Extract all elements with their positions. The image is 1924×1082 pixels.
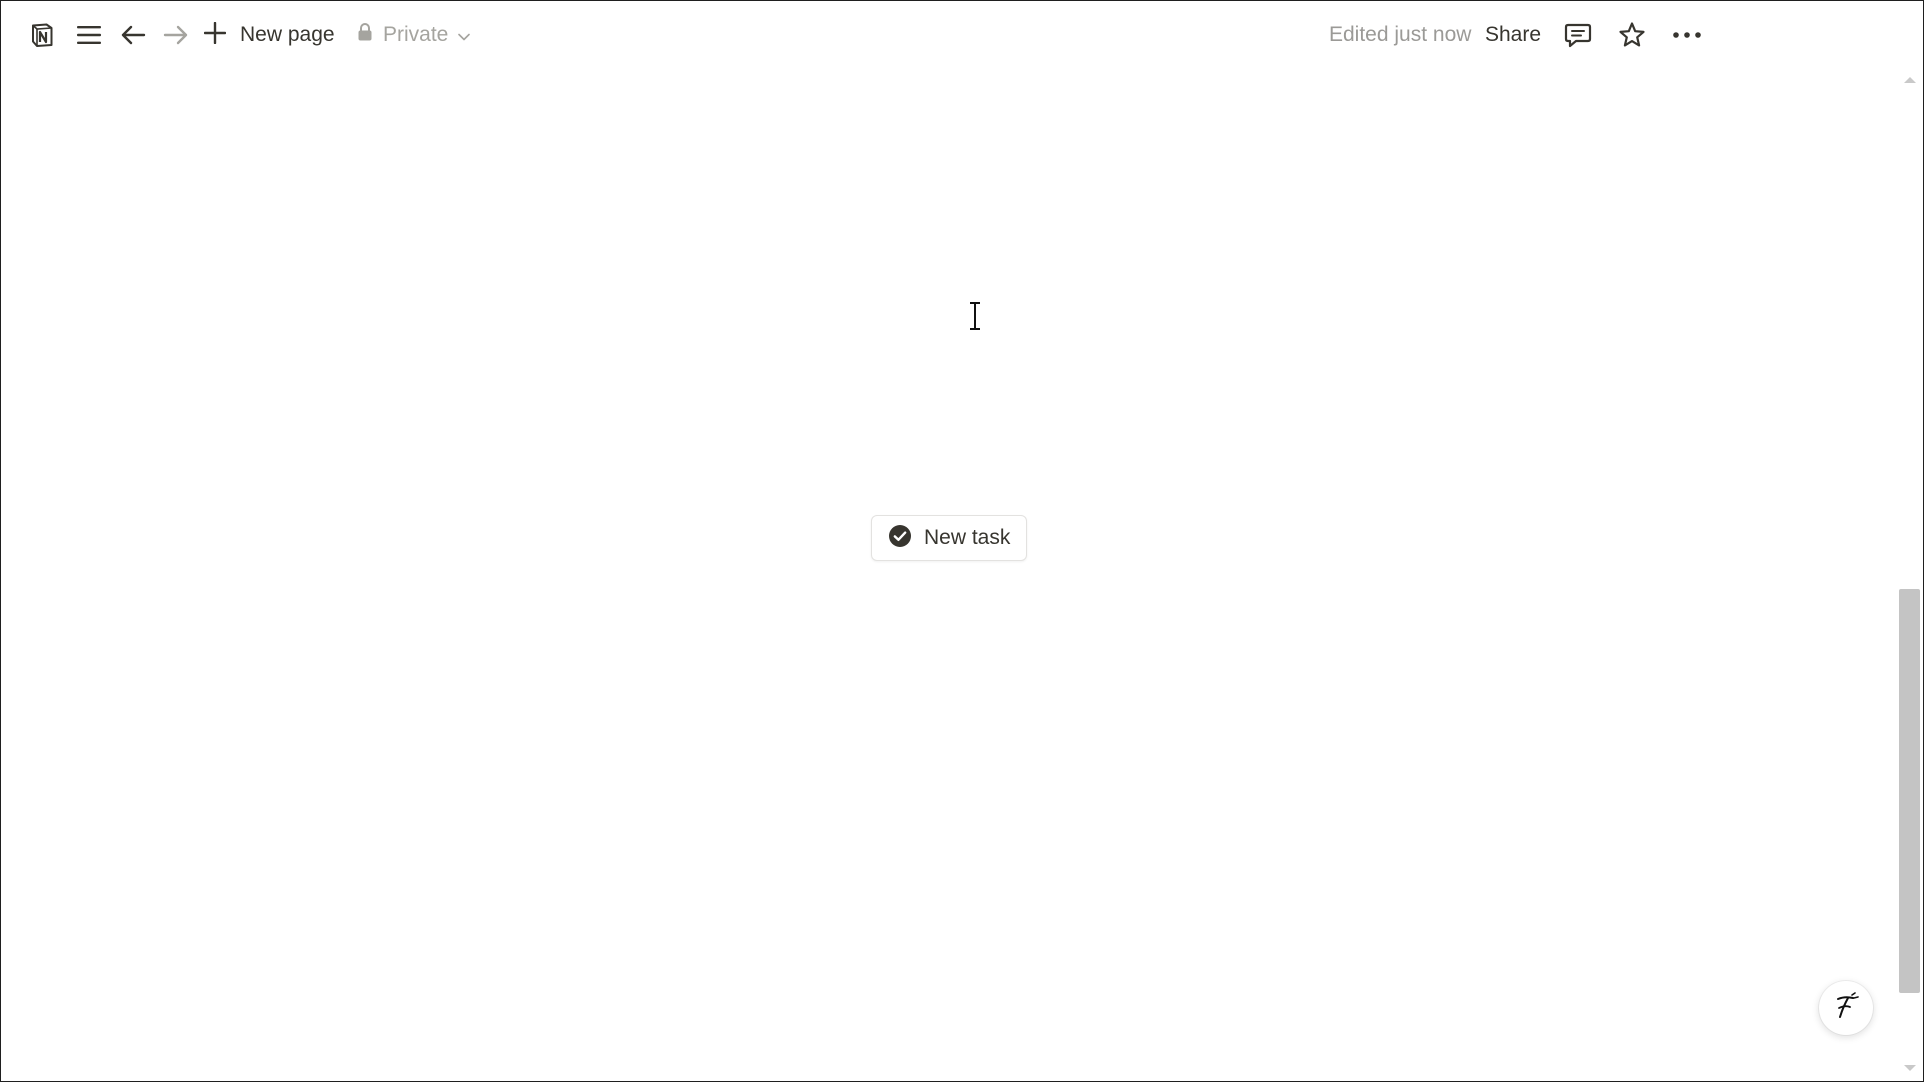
comment-icon[interactable] (1563, 20, 1593, 50)
scroll-up-arrow-icon[interactable] (1904, 77, 1916, 83)
page-body (1, 69, 1897, 1081)
share-button[interactable]: Share (1485, 19, 1541, 51)
arrow-left-icon[interactable] (119, 21, 147, 49)
chevron-down-icon (458, 23, 471, 47)
check-circle-icon (888, 524, 912, 553)
new-task-button[interactable]: New task (871, 515, 1027, 561)
star-icon[interactable] (1617, 20, 1647, 50)
privacy-dropdown[interactable]: Private (357, 19, 471, 51)
new-task-label: New task (924, 526, 1011, 549)
lock-icon (357, 22, 373, 48)
privacy-label: Private (383, 23, 449, 46)
top-toolbar: New page Private Edited just now Share (1, 1, 1923, 69)
new-page-button[interactable]: New page (203, 19, 335, 51)
plus-icon (203, 21, 227, 49)
text-cursor-icon (967, 301, 983, 336)
app-window: New page Private Edited just now Share N… (0, 0, 1924, 1082)
hamburger-menu-icon[interactable] (75, 21, 103, 49)
scroll-down-arrow-icon[interactable] (1904, 1065, 1916, 1071)
arrow-right-icon[interactable] (162, 21, 190, 49)
ellipsis-icon[interactable] (1671, 20, 1703, 50)
scrollbar-thumb[interactable] (1899, 589, 1920, 993)
help-assistant-button[interactable] (1819, 981, 1873, 1035)
notion-logo-icon[interactable] (27, 20, 57, 50)
new-page-label: New page (240, 23, 335, 46)
edited-status: Edited just now (1329, 23, 1472, 46)
help-assistant-icon (1831, 991, 1861, 1026)
